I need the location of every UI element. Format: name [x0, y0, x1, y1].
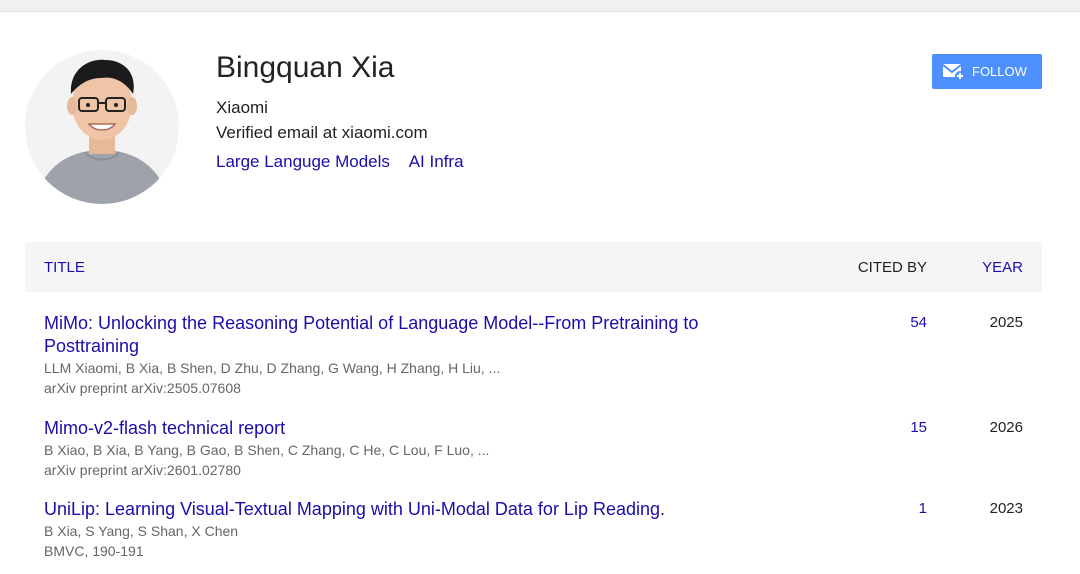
mail-plus-icon — [942, 63, 965, 81]
profile-photo — [25, 50, 179, 204]
article-venue: arXiv preprint arXiv:2505.07608 — [44, 380, 241, 396]
article-title-link[interactable]: MiMo: Unlocking the Reasoning Potential … — [44, 312, 764, 358]
article-venue: BMVC, 190-191 — [44, 543, 144, 559]
article-authors: B Xia, S Yang, S Shan, X Chen — [44, 523, 239, 539]
article-year: 2023 — [989, 500, 1023, 517]
column-year-sort[interactable]: YEAR — [982, 259, 1023, 276]
cited-by-count-link[interactable]: 1 — [919, 500, 927, 517]
top-bar — [0, 0, 1080, 12]
article-year: 2025 — [989, 314, 1023, 331]
avatar — [25, 50, 179, 204]
cited-by-count-link[interactable]: 15 — [910, 419, 927, 436]
article-authors: LLM Xiaomi, B Xia, B Shen, D Zhu, D Zhan… — [44, 360, 501, 376]
article-authors: B Xiao, B Xia, B Yang, B Gao, B Shen, C … — [44, 442, 490, 458]
follow-button[interactable]: FOLLOW — [932, 54, 1042, 89]
cited-by-count-link[interactable]: 54 — [910, 314, 927, 331]
column-cited-by: CITED BY — [857, 259, 927, 276]
column-title-sort[interactable]: TITLE — [44, 259, 85, 276]
article-year: 2026 — [989, 419, 1023, 436]
table-header: TITLE CITED BY YEAR — [25, 242, 1042, 292]
profile-affiliation: Xiaomi — [216, 98, 268, 117]
article-title-link[interactable]: Mimo-v2-flash technical report — [44, 417, 764, 440]
interest-link-llm[interactable]: Large Languge Models — [216, 152, 390, 171]
interest-link-ai-infra[interactable]: AI Infra — [409, 152, 464, 171]
research-interests: Large Languge Models AI Infra — [216, 152, 479, 172]
article-venue: arXiv preprint arXiv:2601.02780 — [44, 462, 241, 478]
profile-name: Bingquan Xia — [216, 51, 395, 84]
article-title-link[interactable]: UniLip: Learning Visual-Textual Mapping … — [44, 498, 764, 521]
follow-label: FOLLOW — [972, 64, 1027, 79]
profile-email: Verified email at xiaomi.com — [216, 123, 428, 142]
